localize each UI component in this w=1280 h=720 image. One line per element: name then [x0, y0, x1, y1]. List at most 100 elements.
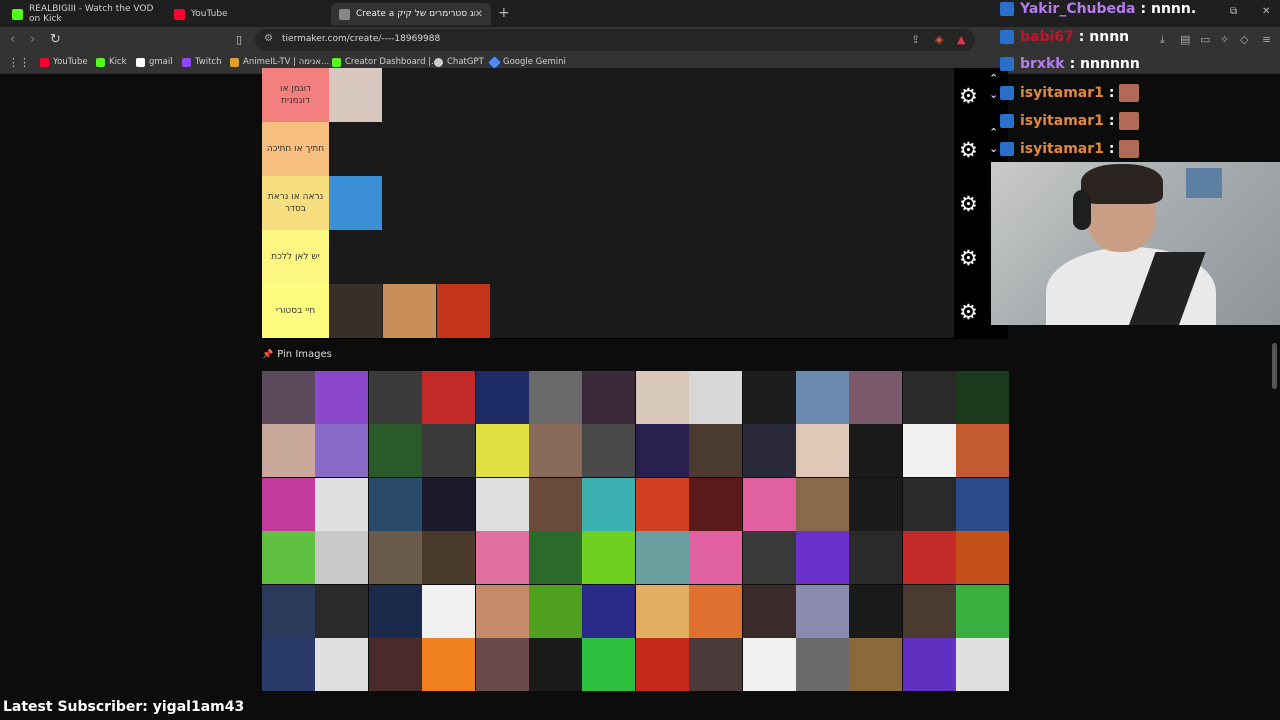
- tab-tiermaker[interactable]: Create a דירוג סטרימרים של קיק ---- ✕: [331, 3, 491, 25]
- pool-image[interactable]: [742, 531, 796, 585]
- pool-image[interactable]: [902, 584, 956, 638]
- pool-image[interactable]: [902, 477, 956, 531]
- pool-image[interactable]: [689, 424, 743, 478]
- pool-image[interactable]: [635, 584, 689, 638]
- pool-image[interactable]: [796, 584, 849, 638]
- pool-image[interactable]: [368, 477, 422, 531]
- chevron-up-icon[interactable]: ⌃: [989, 72, 998, 85]
- pool-image[interactable]: [689, 371, 743, 424]
- pool-image[interactable]: [475, 584, 529, 638]
- pool-image[interactable]: [368, 371, 422, 424]
- pool-image[interactable]: [315, 477, 369, 531]
- pool-image[interactable]: [529, 531, 582, 585]
- wallet-icon[interactable]: ▭: [1200, 33, 1210, 46]
- back-icon[interactable]: ‹: [10, 32, 15, 47]
- forward-icon[interactable]: ›: [30, 32, 35, 47]
- tier-label[interactable]: חתיך או חתיכה: [262, 122, 329, 176]
- gear-icon[interactable]: ⚙: [959, 84, 978, 108]
- pool-image[interactable]: [422, 371, 476, 424]
- close-tab-icon[interactable]: ✕: [475, 9, 483, 20]
- vpn-icon[interactable]: ◇: [1240, 33, 1248, 46]
- pool-image[interactable]: [796, 531, 849, 585]
- pool-image[interactable]: [902, 638, 956, 691]
- pool-image[interactable]: [262, 477, 315, 531]
- pool-image[interactable]: [422, 531, 476, 585]
- gear-icon[interactable]: ⚙: [959, 192, 978, 216]
- pool-image[interactable]: [315, 638, 369, 691]
- pool-image[interactable]: [849, 584, 903, 638]
- pool-image[interactable]: [315, 371, 369, 424]
- tab-kick-vod[interactable]: REALBIGIII - Watch the VOD on Kick: [4, 3, 164, 25]
- share-icon[interactable]: ⇪: [911, 33, 920, 46]
- pool-image[interactable]: [742, 584, 796, 638]
- pool-image[interactable]: [582, 638, 636, 691]
- pool-image[interactable]: [529, 424, 582, 478]
- chevron-down-icon[interactable]: ⌄: [989, 142, 998, 155]
- pool-image[interactable]: [262, 638, 315, 691]
- tier-label[interactable]: חיי בסטורי: [262, 284, 329, 338]
- close-window-icon[interactable]: ✕: [1262, 6, 1270, 17]
- pool-image[interactable]: [422, 638, 476, 691]
- pool-image[interactable]: [422, 477, 476, 531]
- pool-image[interactable]: [475, 531, 529, 585]
- bookmark-youtube[interactable]: YouTube: [40, 57, 88, 67]
- reload-icon[interactable]: ↻: [50, 32, 61, 47]
- pool-image[interactable]: [849, 371, 903, 424]
- pool-image[interactable]: [529, 638, 582, 691]
- sidebar-icon[interactable]: ▤: [1180, 33, 1190, 46]
- tier-label[interactable]: דוגמן או דוגמנית: [262, 68, 329, 122]
- tab-youtube[interactable]: YouTube: [166, 3, 326, 25]
- pool-image[interactable]: [956, 584, 1010, 638]
- chevron-down-icon[interactable]: ⌄: [989, 88, 998, 101]
- scrollbar[interactable]: [1272, 343, 1277, 389]
- pool-image[interactable]: [796, 424, 849, 478]
- tier-label[interactable]: יש לאן ללכת: [262, 230, 329, 284]
- pool-image[interactable]: [262, 424, 315, 478]
- pool-image[interactable]: [902, 531, 956, 585]
- pool-image[interactable]: [635, 531, 689, 585]
- pool-image[interactable]: [742, 477, 796, 531]
- pool-image[interactable]: [262, 584, 315, 638]
- tier-label[interactable]: נראה או נראת בסדר: [262, 176, 329, 230]
- tier-row[interactable]: נראה או נראת בסדר ⚙: [262, 176, 1008, 231]
- pool-image[interactable]: [582, 477, 636, 531]
- bookmark-kick[interactable]: Kick: [96, 57, 127, 67]
- chevron-up-icon[interactable]: ⌃: [989, 126, 998, 139]
- pool-image[interactable]: [368, 531, 422, 585]
- pool-image[interactable]: [315, 584, 369, 638]
- pool-image[interactable]: [368, 584, 422, 638]
- pool-image[interactable]: [849, 477, 903, 531]
- pool-image[interactable]: [956, 531, 1010, 585]
- restore-window-icon[interactable]: ⧉: [1230, 6, 1237, 17]
- download-icon[interactable]: ⤓: [1160, 33, 1165, 47]
- bookmark-icon[interactable]: ▯: [236, 33, 242, 46]
- bookmark-creator-dashboard[interactable]: Creator Dashboard |...: [332, 57, 439, 67]
- pool-image[interactable]: [796, 477, 849, 531]
- pool-image[interactable]: [742, 638, 796, 691]
- pool-image[interactable]: [635, 424, 689, 478]
- tier-row[interactable]: חתיך או חתיכה ⚙ ⌃ ⌄: [262, 122, 1008, 177]
- pool-image[interactable]: [689, 477, 743, 531]
- site-info-icon[interactable]: ⚙: [264, 33, 273, 44]
- pool-image[interactable]: [529, 584, 582, 638]
- pool-image[interactable]: [475, 638, 529, 691]
- pool-image[interactable]: [635, 477, 689, 531]
- apps-icon[interactable]: ⋮⋮: [8, 56, 30, 69]
- tier-row[interactable]: חיי בסטורי ⚙: [262, 284, 1008, 339]
- pool-image[interactable]: [635, 371, 689, 424]
- address-bar[interactable]: ⚙ tiermaker.com/create/----18969988 ⇪ ◈ …: [255, 29, 975, 51]
- tier-image[interactable]: [329, 68, 382, 122]
- pool-image[interactable]: [902, 424, 956, 478]
- pool-image[interactable]: [529, 477, 582, 531]
- pool-image[interactable]: [849, 531, 903, 585]
- pool-image[interactable]: [475, 424, 529, 478]
- pool-image[interactable]: [262, 531, 315, 585]
- menu-icon[interactable]: ≡: [1262, 33, 1271, 46]
- pool-image[interactable]: [956, 371, 1010, 424]
- pool-image[interactable]: [368, 424, 422, 478]
- pool-image[interactable]: [956, 424, 1010, 478]
- pool-image[interactable]: [582, 424, 636, 478]
- pool-image[interactable]: [529, 371, 582, 424]
- pool-image[interactable]: [315, 531, 369, 585]
- brave-rewards-icon[interactable]: ▲: [957, 33, 965, 46]
